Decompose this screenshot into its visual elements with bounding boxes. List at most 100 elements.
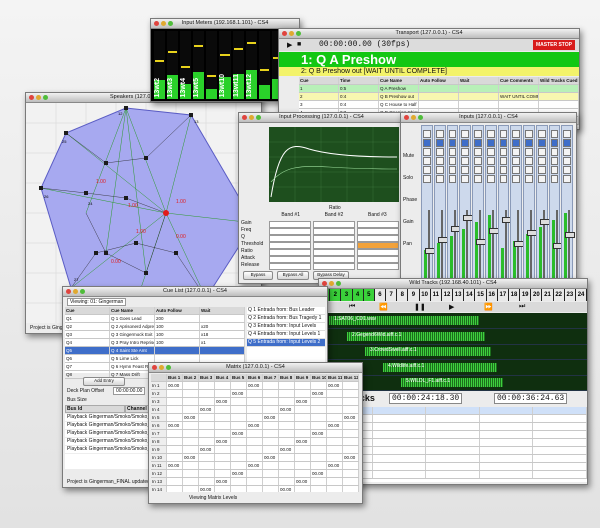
track-number[interactable]: 4 [352,289,364,301]
strip-button[interactable] [537,130,546,138]
cue-entry[interactable]: Q 3 Entrada from: Input Levels [247,323,325,331]
matrix-cell[interactable] [167,446,183,453]
matrix-cell[interactable] [263,406,279,413]
play-icon[interactable]: ▶ [287,41,292,49]
matrix-cell[interactable] [199,454,215,461]
minimize-icon[interactable] [329,281,334,286]
eq-graph[interactable] [269,127,399,202]
zoom-icon[interactable] [80,289,85,294]
matrix-cell[interactable] [311,406,327,413]
zoom-icon[interactable] [296,31,301,36]
matrix-cell[interactable] [167,486,183,492]
matrix-cell[interactable]: 00.00 [199,486,215,492]
matrix-cell[interactable] [215,382,231,389]
matrix-cell[interactable]: 00.00 [167,462,183,469]
strip-button[interactable] [435,175,444,183]
param-grid[interactable] [269,220,399,270]
table-row[interactable]: 1 0:5 Q A Preshow [299,85,579,93]
matrix-titlebar[interactable]: Matrix (127.0.0.1) - CS4 [149,363,362,373]
matrix-cell[interactable]: 00.00 [327,462,343,469]
stop-icon[interactable]: ■ [297,41,301,48]
matrix-cell[interactable] [343,390,359,397]
strip-button[interactable] [423,157,431,165]
strip-button[interactable] [563,166,571,174]
matrix-cell[interactable] [311,414,327,421]
matrix-cell[interactable]: 00.00 [183,414,199,421]
strip-button[interactable] [474,157,482,165]
minimize-icon[interactable] [411,115,416,120]
strip-button[interactable] [461,166,469,174]
matrix-cell[interactable] [295,486,311,492]
minimize-icon[interactable] [36,95,41,100]
strip-button[interactable] [563,148,571,156]
strip-button[interactable] [512,139,520,147]
strip-button[interactable] [525,166,533,174]
strip-button[interactable] [525,139,533,147]
matrix-cell[interactable] [279,382,295,389]
matrix-cell[interactable] [263,462,279,469]
track-number[interactable]: 15 [475,289,487,301]
matrix-cell[interactable] [279,438,295,445]
strip-button[interactable] [486,175,495,183]
matrix-cell[interactable] [279,422,295,429]
matrix-cell[interactable] [327,478,343,485]
strip-button[interactable] [512,130,520,138]
matrix-cell[interactable] [279,390,295,397]
track-number[interactable]: 3 [341,289,353,301]
matrix-cell[interactable] [183,390,199,397]
param-field[interactable] [357,263,399,270]
matrix-cell[interactable] [295,390,311,397]
list-item[interactable]: Q5 Q 4 Saint Ste Amt [65,347,245,355]
track-number[interactable]: 16 [486,289,498,301]
close-icon[interactable] [154,21,159,26]
matrix-cell[interactable] [311,454,327,461]
fader-handle[interactable] [565,232,576,238]
strip-button[interactable] [537,148,546,156]
matrix-cell[interactable] [199,470,215,477]
matrix-cell[interactable]: 00.00 [295,478,311,485]
strip-button[interactable] [474,130,482,138]
zoom-icon[interactable] [43,95,48,100]
viewing-selector[interactable]: Viewing: 01: Gingerman [67,298,127,306]
matrix-cell[interactable]: 00.00 [231,390,247,397]
matrix-cell[interactable] [167,438,183,445]
matrix-cell[interactable]: 00.00 [215,398,231,405]
matrix-cell[interactable] [183,430,199,437]
matrix-cell[interactable] [215,446,231,453]
matrix-cell[interactable] [199,382,215,389]
rewind-icon[interactable]: ⏮ [349,303,355,311]
column-header[interactable]: Cue Name [379,77,419,84]
strip-button[interactable] [474,139,482,147]
track-number[interactable]: 10 [419,289,431,301]
matrix-cell[interactable] [247,486,263,492]
strip-button[interactable] [435,157,444,165]
strip-button[interactable] [563,175,571,183]
matrix-cell[interactable] [327,430,343,437]
track-number[interactable]: 2 [330,289,342,301]
strip-button[interactable] [423,139,431,147]
zoom-icon[interactable] [418,115,423,120]
close-icon[interactable] [66,289,71,294]
matrix-cell[interactable]: 00.00 [311,470,327,477]
matrix-cell[interactable] [327,486,343,492]
matrix-cell[interactable] [279,414,295,421]
matrix-cell[interactable]: 00.00 [263,454,279,461]
matrix-cell[interactable] [327,398,343,405]
param-field[interactable] [269,256,311,263]
param-field[interactable] [313,242,355,249]
strip-button[interactable] [423,175,431,183]
track-number[interactable]: 11 [430,289,442,301]
cue-list-titlebar[interactable]: Cue List (127.0.0.1) - CS4 [63,287,327,297]
matrix-cell[interactable] [247,398,263,405]
pause-icon[interactable]: ❚❚ [414,303,426,311]
matrix-cell[interactable]: 00.00 [247,422,263,429]
strip-button[interactable] [550,175,559,183]
track-number[interactable]: 6 [374,289,387,301]
matrix-cell[interactable] [343,446,359,453]
minimize-icon[interactable] [73,289,78,294]
matrix-cell[interactable] [183,486,199,492]
strip-button[interactable] [435,148,444,156]
column-header[interactable]: Cue [65,307,110,314]
strip-button[interactable] [563,157,571,165]
table-row[interactable]: 3 0:4 Q C House to Half [299,101,579,109]
